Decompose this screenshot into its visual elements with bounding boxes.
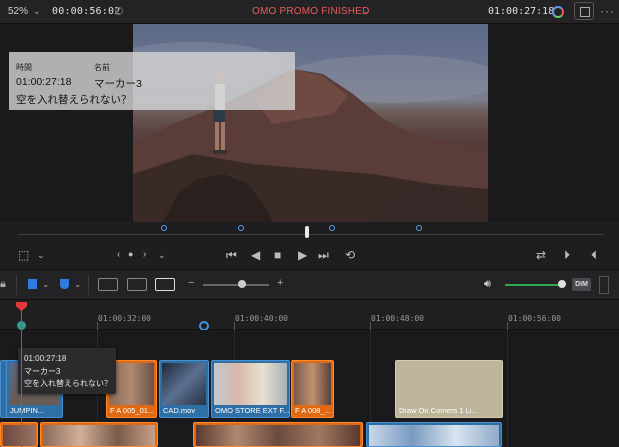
safe-area-dropdown-icon[interactable]: ⌄ bbox=[37, 250, 45, 261]
scrub-marker[interactable] bbox=[416, 225, 422, 231]
ruler-line bbox=[234, 322, 235, 330]
tooltip-time: 01:00:27:18 bbox=[24, 354, 67, 363]
zoom-detail-icon[interactable] bbox=[127, 278, 147, 291]
clip-thumbnail bbox=[196, 425, 360, 446]
timeline-ruler[interactable]: 01:00:32:00 01:00:40:00 01:00:48:00 01:0… bbox=[0, 300, 619, 331]
more-options-icon[interactable]: ··· bbox=[600, 4, 615, 18]
toolbar-divider bbox=[88, 275, 89, 295]
audio-meter-icon[interactable] bbox=[599, 276, 609, 294]
go-to-start-icon[interactable]: ⏮ bbox=[226, 248, 237, 263]
prev-frame-small-icon[interactable]: ‹ bbox=[117, 249, 120, 260]
safe-area-icon[interactable]: ⬚ bbox=[18, 248, 29, 262]
clip[interactable] bbox=[193, 422, 363, 447]
ruler-tick: 01:00:56:00 bbox=[508, 314, 561, 323]
marker-tooltip: 01:00:27:18 マーカー3 空を入れ替えられない？ bbox=[18, 348, 116, 394]
tooltip-name: マーカー3 bbox=[24, 367, 61, 376]
source-timecode: 00:00:56:02 bbox=[52, 6, 121, 17]
ruler-line bbox=[507, 322, 508, 330]
reverse-play-icon[interactable]: ◀ bbox=[251, 248, 260, 262]
marker-dropdown-icon[interactable]: ⌄ bbox=[74, 279, 82, 290]
clip-thumbnail bbox=[43, 425, 155, 446]
grid-line bbox=[507, 330, 508, 447]
viewer: 時間 名前 01:00:27:18 マーカー3 空を入れ替えられない？ bbox=[0, 24, 619, 222]
zoom-full-icon[interactable] bbox=[98, 278, 118, 291]
zoom-slider-track[interactable] bbox=[203, 284, 269, 286]
clip[interactable] bbox=[0, 422, 38, 447]
stop-icon[interactable]: ■ bbox=[274, 248, 281, 262]
clip-thumbnail bbox=[214, 363, 287, 405]
volume-slider-track[interactable] bbox=[505, 284, 563, 286]
toolbar-divider bbox=[16, 275, 17, 295]
scrub-playhead[interactable] bbox=[305, 226, 309, 238]
clip-cad[interactable]: CAD.mov bbox=[159, 360, 209, 418]
lock-icon[interactable]: 🔒︎ bbox=[0, 278, 6, 291]
zoom-slider-knob[interactable] bbox=[238, 280, 246, 288]
clip-name: JUMPIN... bbox=[10, 406, 45, 415]
clip-name: F A 008_... bbox=[295, 406, 331, 415]
ruler-tick: 01:00:48:00 bbox=[371, 314, 424, 323]
flag-dropdown-icon[interactable]: ⌄ bbox=[42, 279, 50, 290]
record-timecode: 01:00:27:18 bbox=[488, 6, 555, 17]
clip-thumbnail bbox=[294, 363, 331, 405]
next-frame-small-icon[interactable]: › bbox=[143, 249, 146, 260]
zoom-dropdown-icon[interactable]: ⌄ bbox=[33, 6, 41, 17]
clip-thumbnail bbox=[3, 425, 35, 446]
scrub-marker[interactable] bbox=[161, 225, 167, 231]
tooltip-note: 空を入れ替えられない？ bbox=[24, 379, 112, 388]
clip-name: OMO STORE EXT F... bbox=[215, 406, 290, 415]
clip-fa008[interactable]: F A 008_... bbox=[291, 360, 334, 418]
color-wheel-icon[interactable] bbox=[552, 6, 564, 18]
marker-overlay: 時間 名前 01:00:27:18 マーカー3 空を入れ替えられない？ bbox=[9, 52, 295, 110]
ruler-tick: 01:00:40:00 bbox=[235, 314, 288, 323]
marker-note: 空を入れ替えられない？ bbox=[16, 94, 132, 106]
zoom-out-icon[interactable]: − bbox=[188, 277, 194, 289]
name-label: 名前 bbox=[94, 63, 110, 72]
viewer-option-icon[interactable] bbox=[115, 7, 123, 15]
transport-controls: ⬚ ⌄ ‹ ● › ⌄ ⏮ ◀ ■ ▶ ⏭ ⟲ ⇄ ⏵ ⏴ bbox=[0, 242, 619, 270]
play-icon[interactable]: ▶ bbox=[298, 248, 307, 262]
zoom-level[interactable]: 52% bbox=[8, 6, 28, 17]
clip-thumbnail bbox=[162, 363, 206, 405]
jog-dropdown-icon[interactable]: ⌄ bbox=[158, 250, 166, 261]
timeline-dropdown-icon[interactable]: ⌄ bbox=[361, 6, 369, 17]
scrub-marker[interactable] bbox=[238, 225, 244, 231]
ruler-line bbox=[370, 322, 371, 330]
viewer-header: 52% ⌄ 00:00:56:02 OMO PROMO FINISHED ⌄ 0… bbox=[0, 0, 619, 24]
time-label: 時間 bbox=[16, 63, 32, 72]
next-clip-icon[interactable]: ⏵ bbox=[564, 248, 570, 263]
timeline-toolbar: 🔒︎ ⌄ ⌄ − + 🔊︎ DIM bbox=[0, 270, 619, 300]
ruler-line bbox=[97, 322, 98, 330]
volume-slider-knob[interactable] bbox=[558, 280, 566, 288]
go-to-end-icon[interactable]: ⏭ bbox=[318, 248, 329, 263]
volume-icon[interactable]: 🔊︎ bbox=[484, 278, 491, 291]
clip-name: CAD.mov bbox=[163, 406, 196, 415]
ruler-tick: 01:00:32:00 bbox=[98, 314, 151, 323]
scrub-track[interactable] bbox=[18, 234, 604, 235]
clip-thumbnail bbox=[369, 425, 499, 446]
clip-omo-store[interactable]: OMO STORE EXT F... bbox=[211, 360, 290, 418]
flag-icon[interactable] bbox=[28, 279, 37, 289]
name-value: マーカー3 bbox=[94, 78, 142, 90]
marker-icon[interactable] bbox=[60, 279, 69, 289]
fullscreen-button[interactable] bbox=[574, 2, 594, 20]
clip-name: Draw On Corners 1 Li... bbox=[399, 406, 478, 415]
clip-draw-on-corners[interactable]: Draw On Corners 1 Li... bbox=[395, 360, 503, 418]
last-frame-icon[interactable]: ⏴ bbox=[591, 248, 597, 263]
jog-dot-icon[interactable]: ● bbox=[128, 249, 133, 259]
timeline-title[interactable]: OMO PROMO FINISHED bbox=[252, 6, 370, 17]
dim-button[interactable]: DIM bbox=[572, 278, 591, 291]
scrub-bar[interactable] bbox=[0, 222, 619, 242]
time-value: 01:00:27:18 bbox=[16, 76, 72, 88]
loop-icon[interactable]: ⟲ bbox=[345, 248, 355, 262]
zoom-custom-icon[interactable] bbox=[155, 278, 175, 291]
zoom-in-icon[interactable]: + bbox=[277, 277, 283, 289]
scrub-marker[interactable] bbox=[329, 225, 335, 231]
clip[interactable] bbox=[40, 422, 158, 447]
match-frame-icon[interactable]: ⇄ bbox=[536, 248, 546, 262]
clip[interactable] bbox=[366, 422, 502, 447]
clip-name: F A 005_01... bbox=[110, 406, 155, 415]
playhead-line[interactable] bbox=[21, 307, 22, 447]
